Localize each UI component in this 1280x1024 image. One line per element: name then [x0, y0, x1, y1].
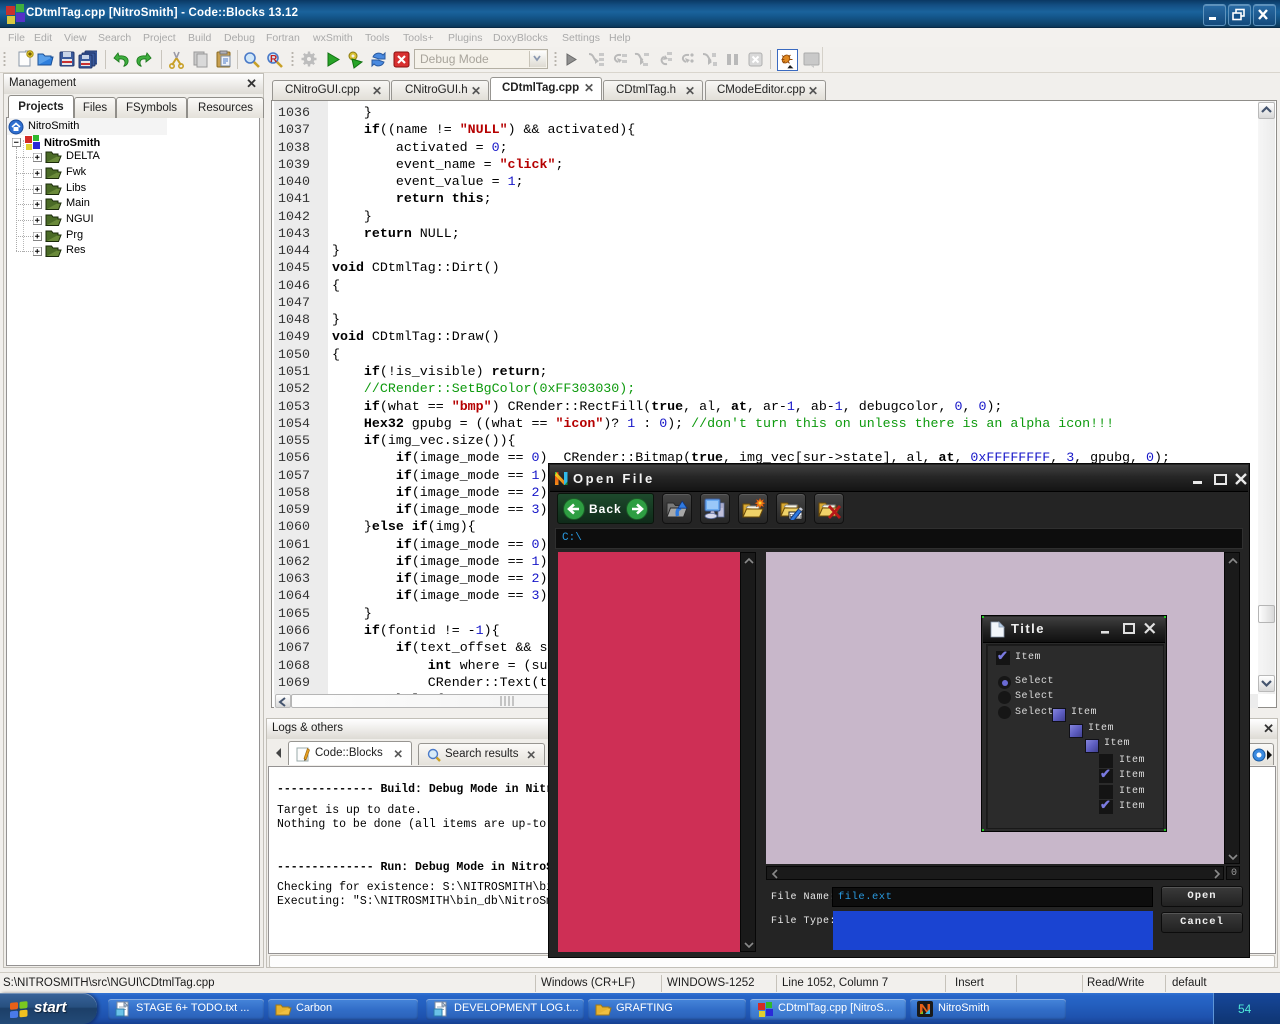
svg-text:R: R: [270, 54, 278, 65]
